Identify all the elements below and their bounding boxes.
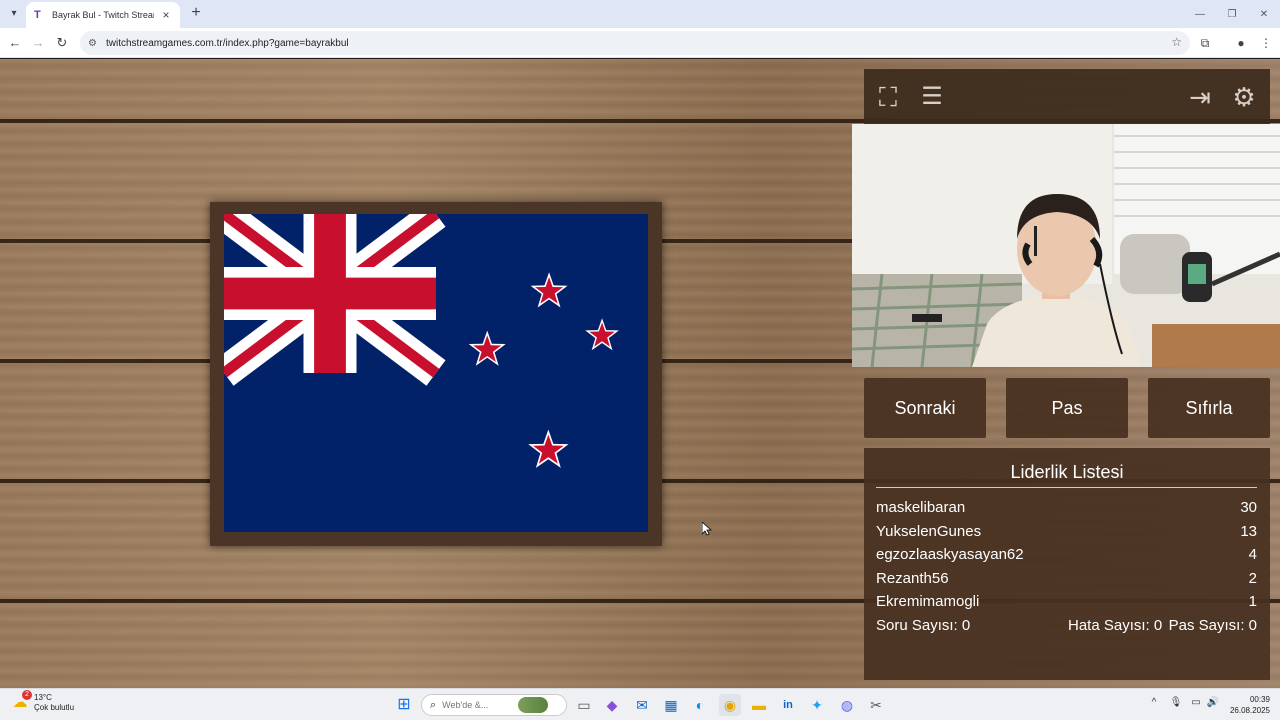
outlook-icon[interactable]: ✉ [631,694,653,716]
taskbar-search-input[interactable] [442,700,513,710]
taskbar-search[interactable]: ⌕ [421,694,567,716]
leaderboard-title: Liderlik Listesi [1010,462,1124,482]
store-icon[interactable]: ▦ [660,694,682,716]
player-name: egzozlaaskyasayan62 [876,546,1024,564]
player-name: maskelibaran [876,499,966,516]
url-text: twitchstreamgames.com.tr/index.php?game=… [106,37,349,49]
reload-icon[interactable]: ↻ [53,34,71,52]
network-icon[interactable]: ▭ [1189,697,1203,708]
minimize-icon[interactable]: — [1184,0,1216,28]
browser-tab-bar: ▾ T Bayrak Bul - Twitch Stream Gam × + —… [0,0,1280,28]
tab-close-icon[interactable]: × [160,8,172,22]
chrome-icon[interactable]: ◉ [719,694,741,716]
close-window-icon[interactable]: ✕ [1248,0,1280,28]
volume-icon[interactable]: 🔊 [1206,697,1220,708]
profile-icon[interactable]: ● [1232,34,1250,52]
bookmark-star-icon[interactable]: ☆ [1171,35,1182,49]
cloud-sun-icon: ☁ 2 [10,690,32,713]
clock-date: 26.08.2025 [1229,706,1270,715]
discord-icon[interactable]: ◍ [836,694,858,716]
site-info-icon[interactable]: ⚙ [88,38,104,49]
flag-image [224,214,648,532]
player-name: Ekremimamogli [876,593,980,611]
search-icon: ⌕ [430,698,437,711]
search-highlight-image [518,697,549,713]
copilot-icon[interactable]: ◆ [601,694,623,716]
question-count: Soru Sayısı: 0 [876,617,971,634]
leaderboard-panel: Liderlik Listesi maskelibaran 30 Yuksele… [864,448,1270,680]
snipping-tool-icon[interactable]: ✂ [865,694,887,716]
leaderboard-divider [876,487,1257,488]
restore-icon[interactable]: ❐ [1216,0,1248,28]
file-explorer-icon[interactable]: ▬ [748,694,770,716]
leaderboard-row: egzozlaaskyasayan62 4 [876,543,1257,567]
task-view-icon[interactable]: ▭ [573,694,595,716]
leaderboard-row: YukselenGunes 13 [876,520,1257,544]
next-button[interactable]: Sonraki [864,378,986,438]
game-stats: Soru Sayısı: 0 Hata Sayısı: 0 Pas Sayısı… [876,614,1257,638]
microphone-icon[interactable]: 🎙 [1169,697,1183,708]
player-score: 4 [1248,546,1257,564]
windows-taskbar: ☁ 2 13°C Çok bulutlu ⊞ ⌕ ▭ ◆ ✉ ▦ ◐ ◉ ▬ i… [0,688,1280,720]
window-controls: — ❐ ✕ [1184,0,1280,28]
address-bar[interactable]: ⚙ twitchstreamgames.com.tr/index.php?gam… [80,31,1190,55]
twitter-icon[interactable]: ✦ [806,694,828,716]
tab-title: Bayrak Bul - Twitch Stream Gam [52,10,154,20]
mouse-cursor-icon [702,522,712,536]
leaderboard-list: maskelibaran 30 YukselenGunes 13 egzozla… [876,496,1257,614]
edge-icon[interactable]: ◐ [689,694,711,716]
game-button-row: Sonraki Pas Sıfırla [864,378,1270,438]
back-icon[interactable]: ← [6,34,24,52]
player-score: 13 [1240,522,1257,540]
taskbar-clock[interactable]: 00:39 26.08.2025 [1230,694,1270,716]
show-hidden-icons-icon[interactable]: ^ [1147,697,1161,708]
weather-description: Çok bulutlu [34,703,75,712]
game-control-panel: ⛶ ☰ ⇥ ⚙ [864,69,1270,125]
twitch-favicon-icon: T [34,9,41,21]
union-jack-canton [224,214,446,386]
browser-toolbar: ← → ↻ ⚙ twitchstreamgames.com.tr/index.p… [0,28,1280,58]
pass-count: Pas Sayısı: 0 [1168,617,1257,634]
forward-icon[interactable]: → [29,34,47,52]
notification-badge: 2 [22,690,32,700]
player-score: 30 [1240,499,1257,516]
player-score: 1 [1248,593,1257,611]
gear-icon[interactable]: ⚙ [1226,79,1262,115]
exit-icon[interactable]: ⇥ [1182,79,1218,115]
linkedin-icon[interactable]: in [777,694,799,716]
leaderboard-row: Ekremimamogli 1 [876,590,1257,614]
game-page: ⛶ ☰ ⇥ ⚙ Sonraki Pas Sıfırla Liderlik Lis… [0,59,1280,688]
webcam-feed [852,124,1280,367]
player-name: YukselenGunes [876,522,982,540]
leaderboard-row: Rezanth56 2 [876,567,1257,591]
browser-tab[interactable]: T Bayrak Bul - Twitch Stream Gam × [26,2,180,28]
player-score: 2 [1248,569,1257,587]
reset-button[interactable]: Sıfırla [1148,378,1270,438]
clock-time: 00:39 [1249,695,1270,704]
new-tab-icon[interactable]: + [188,5,204,21]
leaderboard-row: maskelibaran 30 [876,496,1257,520]
notes-icon[interactable]: ☰ [914,79,950,115]
weather-widget[interactable]: ☁ 2 13°C Çok bulutlu [10,690,75,713]
pass-button[interactable]: Pas [1006,378,1128,438]
player-name: Rezanth56 [876,569,949,587]
error-count: Hata Sayısı: 0 [1068,617,1163,634]
fullscreen-icon[interactable]: ⛶ [870,79,906,115]
tab-search-icon[interactable]: ▾ [6,6,22,22]
weather-temperature: 13°C [34,693,52,702]
extensions-icon[interactable]: ⧉ [1196,34,1214,52]
browser-menu-icon[interactable]: ⋮ [1257,34,1275,52]
windows-start-icon[interactable]: ⊞ [393,694,415,716]
flag-frame [210,202,662,546]
webcam-image [852,124,1280,367]
